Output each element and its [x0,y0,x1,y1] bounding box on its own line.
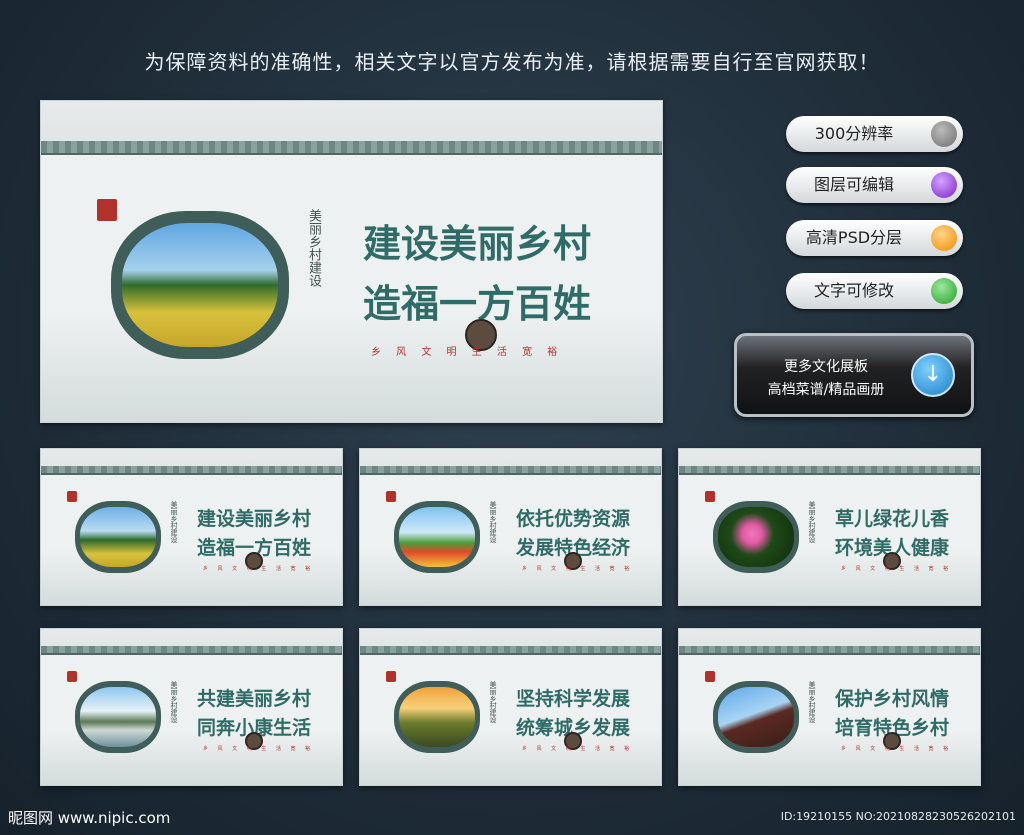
green-dot-icon [931,278,957,304]
feature-label: 图层可编辑 [813,175,894,194]
vertical-title: 美丽乡村建设 [170,681,178,723]
red-seal-icon [705,671,715,682]
window-frame [75,501,161,573]
red-seal-icon [386,491,396,502]
more-culture-boards-button[interactable]: 更多文化展板 高档菜谱/精品画册 ↓ [734,333,974,417]
slogan-line-1: 保护乡村风情 [835,688,950,710]
more-line-1: 更多文化展板 [784,359,868,375]
village-photo [80,506,156,568]
motto-text: 乡 风 文 明 生 活 宽 裕 [522,746,634,752]
vertical-title: 美丽乡村建设 [170,501,178,543]
vertical-title: 美丽乡村建设 [808,681,816,723]
roof-eave [360,646,661,655]
red-seal-icon [97,199,117,221]
feature-label: 高清PSD分层 [805,228,903,247]
motto-text: 乡 风 文 明 生 活 宽 裕 [203,566,315,572]
site-watermark: 昵图网 www.nipic.com [8,809,171,827]
roof-eave [41,141,662,155]
window-frame [713,681,799,753]
motto-text: 乡 风 文 明 生 活 宽 裕 [522,566,634,572]
slogan-line-1: 建设美丽乡村 [197,508,312,530]
riverside-village-photo [80,686,156,748]
motto-text: 乡 风 文 明 生 活 宽 裕 [841,566,953,572]
motto-text: 乡 风 文 明 生 活 宽 裕 [371,347,564,358]
board-preview: 美丽乡村建设 草儿绿花儿香 环境美人健康 乡 风 文 明 生 活 宽 裕 [678,448,981,606]
red-seal-icon [386,671,396,682]
motto-text: 乡 风 文 明 生 活 宽 裕 [203,746,315,752]
slogan-line-1: 依托优势资源 [516,508,631,530]
window-frame [394,501,480,573]
slogan-line-1: 建设美丽乡村 [363,221,592,266]
purple-dot-icon [931,172,957,198]
roof-eave [41,466,342,475]
window-frame [75,681,161,753]
village-photo [121,222,279,348]
main-board-preview: 美丽乡村建设 建设美丽乡村 造福一方百姓 乡 风 文 明 生 活 宽 裕 [40,100,663,423]
board-preview: 美丽乡村建设 依托优势资源 发展特色经济 乡 风 文 明 生 活 宽 裕 [359,448,662,606]
notice-text: 为保障资料的准确性，相关文字以官方发布为准，请根据需要自行至官网获取！ [144,50,880,74]
slogan-line-1: 共建美丽乡村 [197,688,312,710]
pagoda-roof-photo [718,686,794,748]
more-line-2: 高档菜谱/精品画册 [767,382,885,398]
vertical-title: 美丽乡村建设 [306,209,321,287]
window-frame [111,211,289,359]
window-frame [713,501,799,573]
tulips-photo [399,506,475,568]
board-preview: 美丽乡村建设 保护乡村风情 培育特色乡村 乡 风 文 明 生 活 宽 裕 [678,628,981,786]
red-seal-icon [705,491,715,502]
red-seal-icon [67,491,77,502]
vertical-title: 美丽乡村建设 [808,501,816,543]
download-arrow-icon[interactable]: ↓ [911,353,955,397]
roof-eave [679,466,980,475]
roof-eave [679,646,980,655]
motto-text: 乡 风 文 明 生 活 宽 裕 [841,746,953,752]
vertical-title: 美丽乡村建设 [489,501,497,543]
roof-eave [41,646,342,655]
gray-dot-icon [931,121,957,147]
old-gate-photo [399,686,475,748]
window-frame [394,681,480,753]
red-seal-icon [67,671,77,682]
board-preview: 美丽乡村建设 建设美丽乡村 造福一方百姓 乡 风 文 明 生 活 宽 裕 [40,448,343,606]
feature-pill-psd: 高清PSD分层 [786,220,963,256]
slogan-line-1: 草儿绿花儿香 [835,508,950,530]
pink-flowers-photo [718,506,794,568]
orange-dot-icon [931,225,957,251]
feature-pill-layers: 图层可编辑 [786,167,963,203]
board-preview: 美丽乡村建设 共建美丽乡村 同奔小康生活 乡 风 文 明 生 活 宽 裕 [40,628,343,786]
feature-label: 300分辨率 [814,124,894,143]
slogan-line-1: 坚持科学发展 [516,688,631,710]
vertical-title: 美丽乡村建设 [489,681,497,723]
feature-pill-resolution: 300分辨率 [786,116,963,152]
roof-eave [360,466,661,475]
board-preview: 美丽乡村建设 坚持科学发展 统筹城乡发展 乡 风 文 明 生 活 宽 裕 [359,628,662,786]
feature-pill-editable-text: 文字可修改 [786,273,963,309]
feature-label: 文字可修改 [813,281,894,300]
image-id-watermark: ID:19210155 NO:20210828230526202101 [780,810,1016,823]
